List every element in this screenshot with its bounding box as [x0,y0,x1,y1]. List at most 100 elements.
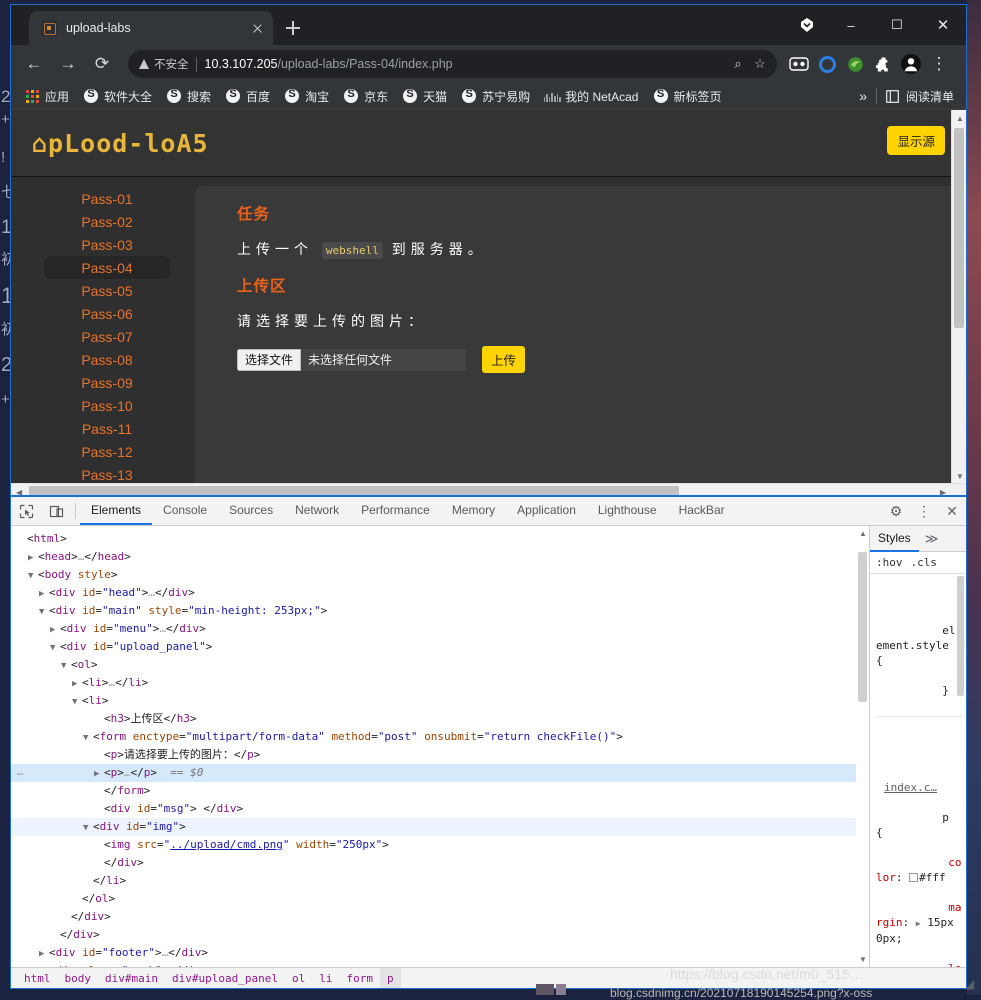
bookmark-search[interactable]: 搜索 [159,85,218,107]
dom-node-row[interactable]: ▶<div id="head">…</div> [11,584,869,602]
scroll-right-arrow-icon[interactable]: ▶ [940,488,946,496]
expand-triangle-icon[interactable]: ▶ [916,919,921,928]
menu-item-pass-01[interactable]: Pass-01 [44,187,170,210]
file-input[interactable]: 选择文件 未选择任何文件 [237,349,466,371]
breadcrumb-item[interactable]: p [380,968,401,989]
bookmark-tmall[interactable]: 天猫 [395,85,454,107]
styles-more-icon[interactable]: ≫ [919,531,945,547]
dom-node-row[interactable]: <div class="mask"></div> [11,962,869,967]
dom-node-row[interactable]: <h3>上传区</h3> [11,710,869,728]
extension-glasses-icon[interactable] [786,51,812,77]
bookmark-baidu[interactable]: 百度 [218,85,277,107]
dom-node-row[interactable]: </div> [11,926,869,944]
menu-item-pass-08[interactable]: Pass-08 [44,348,170,371]
dom-node-row[interactable]: ▶<li>…</li> [11,674,869,692]
bookmark-suning[interactable]: 苏宁易购 [454,85,537,107]
tab-network[interactable]: Network [284,497,350,525]
bookmarks-overflow-icon[interactable]: » [850,88,876,104]
disclosure-triangle-icon[interactable]: ▼ [72,693,82,711]
close-tab-icon[interactable] [247,18,267,38]
extension-firefox-icon[interactable] [842,51,868,77]
dom-node-row[interactable]: </form> [11,782,869,800]
dom-node-row[interactable]: …▶<p>…</p> == $0 [11,764,869,782]
node-badge[interactable]: … [17,763,25,781]
cls-toggle[interactable]: .cls [911,556,938,569]
dom-node-row[interactable]: ▶<div id="footer">…</div> [11,944,869,962]
tab-elements[interactable]: Elements [80,497,152,525]
close-devtools-icon[interactable]: ✕ [938,497,966,526]
new-tab-button[interactable] [279,14,307,42]
breadcrumb-item[interactable]: html [17,968,58,989]
css-property-name[interactable]: letter-spacing [876,962,961,967]
disclosure-triangle-icon[interactable]: ▼ [28,567,38,585]
dom-node-row[interactable]: <div id="msg"> </div> [11,800,869,818]
tab-application[interactable]: Application [506,497,587,525]
disclosure-triangle-icon[interactable]: ▼ [83,729,93,747]
dom-node-row[interactable]: ▶<div id="menu">…</div> [11,620,869,638]
dom-tree-pane[interactable]: <html>▶<head>…</head>▼<body style>▶<div … [11,526,870,967]
disclosure-triangle-icon[interactable]: ▶ [39,585,49,603]
disclosure-triangle-icon[interactable]: ▼ [83,819,93,837]
dom-node-row[interactable]: ▼<li> [11,692,869,710]
bookmark-taobao[interactable]: 淘宝 [277,85,336,107]
styles-scrollbar[interactable] [955,574,966,967]
menu-item-pass-07[interactable]: Pass-07 [44,325,170,348]
breadcrumb-item[interactable]: body [58,968,99,989]
disclosure-triangle-icon[interactable]: ▶ [72,675,82,693]
extensions-puzzle-icon[interactable] [870,51,896,77]
bookmark-apps[interactable]: 应用 [17,85,76,107]
tab-performance[interactable]: Performance [350,497,441,525]
dom-node-row[interactable]: ▼<div id="img"> [11,818,869,836]
menu-item-pass-12[interactable]: Pass-12 [44,440,170,463]
menu-item-pass-02[interactable]: Pass-02 [44,210,170,233]
scrollbar-thumb[interactable] [954,128,964,328]
browser-menu-icon[interactable]: ⋮ [924,49,954,79]
dom-node-row[interactable]: ▼<div id="main" style="min-height: 253px… [11,602,869,620]
scroll-down-arrow-icon[interactable]: ▼ [956,472,964,481]
menu-item-pass-04[interactable]: Pass-04 [44,256,170,279]
tab-hackbar[interactable]: HackBar [668,497,736,525]
dom-node-row[interactable]: </ol> [11,890,869,908]
dom-node-row[interactable]: ▼<ol> [11,656,869,674]
menu-item-pass-03[interactable]: Pass-03 [44,233,170,256]
menu-item-pass-10[interactable]: Pass-10 [44,394,170,417]
disclosure-triangle-icon[interactable]: ▶ [50,621,60,639]
dom-node-row[interactable]: </li> [11,872,869,890]
back-icon[interactable]: ← [19,49,49,79]
bookmark-star-icon[interactable]: ☆ [749,53,771,75]
scroll-up-arrow-icon[interactable]: ▲ [859,529,867,538]
tab-styles[interactable]: Styles [870,526,919,552]
dom-node-row[interactable]: ▶<head>…</head> [11,548,869,566]
menu-item-pass-11[interactable]: Pass-11 [44,417,170,440]
scroll-down-arrow-icon[interactable]: ▼ [859,955,867,964]
breadcrumb-item[interactable]: ol [285,968,312,989]
dom-node-row[interactable]: <img src="../upload/cmd.png" width="250p… [11,836,869,854]
profile-badge-icon[interactable] [792,12,822,38]
breadcrumb-item[interactable]: form [339,968,380,989]
bookmark-netacad[interactable]: 我的 NetAcad [537,85,645,107]
address-bar[interactable]: 不安全 10.3.107.205/upload-labs/Pass-04/ind… [128,50,777,78]
zoom-icon[interactable]: ⌕ [727,53,749,75]
scrollbar-thumb[interactable] [858,552,867,702]
inspect-element-icon[interactable] [11,497,41,525]
dom-node-row[interactable]: ▼<body style> [11,566,869,584]
bookmark-newtab[interactable]: 新标签页 [646,85,729,107]
scrollbar-thumb[interactable] [29,486,679,496]
dom-node-row[interactable]: <p>请选择要上传的图片：</p> [11,746,869,764]
disclosure-triangle-icon[interactable]: ▶ [94,765,104,783]
devtools-more-icon[interactable]: ⋮ [910,497,938,526]
dom-tree-scrollbar[interactable]: ▲ ▼ [856,526,869,967]
maximize-button[interactable]: ☐ [874,5,920,45]
gear-icon[interactable]: ⚙ [882,497,910,526]
upload-submit-button[interactable]: 上传 [482,346,525,373]
color-swatch[interactable] [909,873,918,882]
menu-item-pass-13[interactable]: Pass-13 [44,463,170,483]
rule-source-link[interactable]: index.c… [876,780,962,795]
css-property-value[interactable]: #fff [919,871,946,884]
choose-file-button[interactable]: 选择文件 [237,349,301,371]
device-toolbar-icon[interactable] [41,497,71,525]
dom-node-row[interactable]: ▼<div id="upload_panel"> [11,638,869,656]
menu-item-pass-06[interactable]: Pass-06 [44,302,170,325]
dom-node-row[interactable]: </div> [11,908,869,926]
disclosure-triangle-icon[interactable]: ▼ [61,657,71,675]
